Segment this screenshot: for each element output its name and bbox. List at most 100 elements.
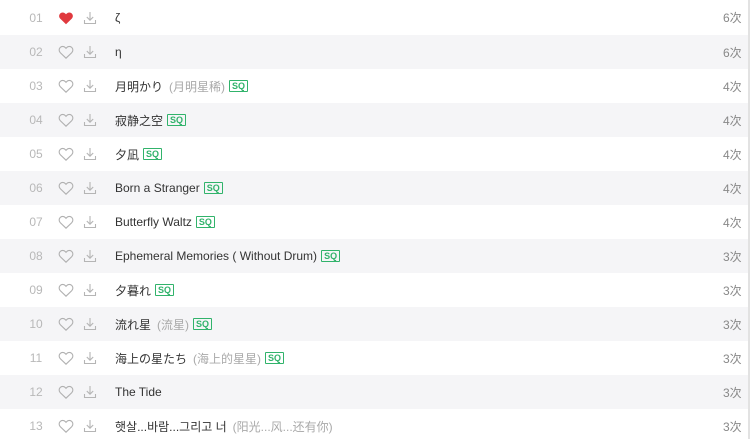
heart-icon[interactable] bbox=[58, 10, 74, 26]
track-row[interactable]: 04 寂静之空 SQ 4次 bbox=[0, 103, 750, 137]
heart-icon[interactable] bbox=[58, 384, 74, 400]
track-title[interactable]: 夕暮れ bbox=[115, 282, 151, 299]
track-title[interactable]: η bbox=[115, 45, 122, 59]
play-count: 6次 bbox=[723, 11, 742, 25]
heart-icon[interactable] bbox=[58, 44, 74, 60]
download-icon[interactable] bbox=[82, 350, 98, 366]
download-icon[interactable] bbox=[82, 418, 98, 434]
heart-icon[interactable] bbox=[58, 180, 74, 196]
heart-icon[interactable] bbox=[58, 316, 74, 332]
sq-badge: SQ bbox=[195, 216, 215, 228]
track-index: 11 bbox=[29, 351, 43, 365]
download-icon[interactable] bbox=[82, 44, 98, 60]
track-row[interactable]: 05 夕凪 SQ 4次 bbox=[0, 137, 750, 171]
track-row[interactable]: 11 海上の星たち (海上的星星) SQ 3次 bbox=[0, 341, 750, 375]
track-alias: (流星) bbox=[157, 317, 190, 332]
track-title[interactable]: 寂静之空 bbox=[115, 112, 163, 129]
track-row[interactable]: 02 η 6次 bbox=[0, 35, 750, 69]
track-alias: (阳光...风...还有你) bbox=[232, 419, 333, 434]
track-title[interactable]: 햇살...바람...그리고 너 bbox=[115, 418, 227, 435]
track-title[interactable]: 月明かり bbox=[115, 78, 163, 95]
track-index: 06 bbox=[29, 181, 43, 195]
play-count: 4次 bbox=[723, 147, 742, 162]
heart-icon[interactable] bbox=[58, 418, 74, 434]
sq-badge: SQ bbox=[321, 250, 341, 262]
track-title-group: Butterfly Waltz SQ bbox=[115, 215, 215, 229]
track-index: 12 bbox=[29, 385, 43, 399]
download-icon[interactable] bbox=[82, 112, 98, 128]
track-index: 10 bbox=[29, 317, 43, 331]
track-title-group: The Tide bbox=[115, 385, 162, 399]
play-count: 4次 bbox=[723, 181, 742, 196]
download-icon[interactable] bbox=[82, 180, 98, 196]
track-index: 03 bbox=[29, 79, 43, 93]
heart-icon[interactable] bbox=[58, 146, 74, 162]
heart-icon[interactable] bbox=[58, 282, 74, 298]
heart-icon[interactable] bbox=[58, 78, 74, 94]
sq-badge: SQ bbox=[167, 114, 187, 126]
track-title[interactable]: The Tide bbox=[115, 385, 162, 399]
track-index: 08 bbox=[29, 249, 43, 263]
track-index: 05 bbox=[29, 147, 43, 161]
track-index: 04 bbox=[29, 113, 43, 127]
sq-badge: SQ bbox=[143, 148, 163, 160]
sq-badge: SQ bbox=[203, 182, 223, 194]
play-count: 4次 bbox=[723, 79, 742, 94]
heart-icon[interactable] bbox=[58, 214, 74, 230]
track-index: 07 bbox=[29, 215, 43, 229]
track-title-group: 寂静之空 SQ bbox=[115, 112, 187, 129]
play-count: 3次 bbox=[723, 351, 742, 366]
track-title-group: ζ bbox=[115, 11, 120, 25]
track-row[interactable]: 13 햇살...바람...그리고 너 (阳光...风...还有你) 3次 bbox=[0, 409, 750, 439]
track-index: 01 bbox=[29, 10, 43, 25]
download-icon[interactable] bbox=[82, 316, 98, 332]
download-icon[interactable] bbox=[82, 10, 98, 26]
track-list: 01 ζ 6次 02 η 6次 03 月明かり (月明星稀) SQ 4次 04 寂静之空 SQ 4次 05 夕凪… bbox=[0, 0, 750, 439]
track-title[interactable]: 流れ星 bbox=[115, 316, 151, 333]
track-title-group: 海上の星たち (海上的星星) SQ bbox=[115, 350, 285, 367]
sq-badge: SQ bbox=[229, 80, 249, 92]
track-title[interactable]: 夕凪 bbox=[115, 146, 139, 163]
track-index: 13 bbox=[29, 419, 43, 433]
track-title-group: Ephemeral Memories ( Without Drum) SQ bbox=[115, 249, 341, 263]
track-title[interactable]: Ephemeral Memories ( Without Drum) bbox=[115, 249, 317, 263]
download-icon[interactable] bbox=[82, 384, 98, 400]
download-icon[interactable] bbox=[82, 282, 98, 298]
track-alias: (海上的星星) bbox=[193, 351, 262, 366]
play-count: 4次 bbox=[723, 215, 742, 230]
track-title-group: 夕暮れ SQ bbox=[115, 282, 175, 299]
track-title[interactable]: Butterfly Waltz bbox=[115, 215, 192, 229]
play-count: 6次 bbox=[723, 45, 742, 60]
track-alias: (月明星稀) bbox=[169, 79, 226, 94]
track-title[interactable]: 海上の星たち bbox=[115, 350, 187, 367]
track-row[interactable]: 06 Born a Stranger SQ 4次 bbox=[0, 171, 750, 205]
track-row[interactable]: 10 流れ星 (流星) SQ 3次 bbox=[0, 307, 750, 341]
track-title-group: 햇살...바람...그리고 너 (阳光...风...还有你) bbox=[115, 418, 333, 435]
download-icon[interactable] bbox=[82, 248, 98, 264]
heart-icon[interactable] bbox=[58, 112, 74, 128]
track-row[interactable]: 07 Butterfly Waltz SQ 4次 bbox=[0, 205, 750, 239]
download-icon[interactable] bbox=[82, 146, 98, 162]
download-icon[interactable] bbox=[82, 78, 98, 94]
play-count: 4次 bbox=[723, 113, 742, 128]
track-row[interactable]: 01 ζ 6次 bbox=[0, 0, 750, 35]
sq-badge: SQ bbox=[193, 318, 213, 330]
track-index: 09 bbox=[29, 283, 43, 297]
track-title-group: 夕凪 SQ bbox=[115, 146, 163, 163]
track-title-group: η bbox=[115, 45, 122, 59]
heart-icon[interactable] bbox=[58, 350, 74, 366]
track-title-group: 月明かり (月明星稀) SQ bbox=[115, 78, 249, 95]
play-count: 3次 bbox=[723, 419, 742, 434]
play-count: 3次 bbox=[723, 283, 742, 298]
download-icon[interactable] bbox=[82, 214, 98, 230]
sq-badge: SQ bbox=[265, 352, 285, 364]
track-row[interactable]: 12 The Tide 3次 bbox=[0, 375, 750, 409]
sq-badge: SQ bbox=[155, 284, 175, 296]
track-title[interactable]: ζ bbox=[115, 11, 120, 25]
track-title[interactable]: Born a Stranger bbox=[115, 181, 200, 195]
heart-icon[interactable] bbox=[58, 248, 74, 264]
play-count: 3次 bbox=[723, 249, 742, 264]
track-row[interactable]: 09 夕暮れ SQ 3次 bbox=[0, 273, 750, 307]
track-row[interactable]: 03 月明かり (月明星稀) SQ 4次 bbox=[0, 69, 750, 103]
track-row[interactable]: 08 Ephemeral Memories ( Without Drum) SQ 3次 bbox=[0, 239, 750, 273]
